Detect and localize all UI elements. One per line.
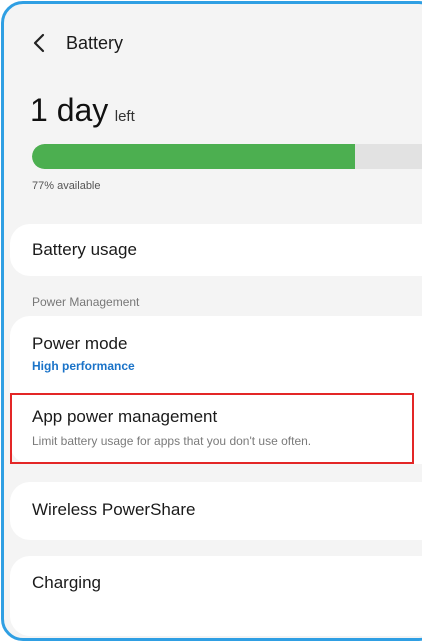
section-header-power-management: Power Management xyxy=(32,295,140,309)
header: Battery xyxy=(4,4,422,84)
wireless-powershare-item[interactable]: Wireless PowerShare xyxy=(10,482,422,540)
app-power-management-item[interactable]: App power management Limit battery usage… xyxy=(10,394,422,464)
time-left-suffix: left xyxy=(114,108,135,125)
battery-usage-item[interactable]: Battery usage xyxy=(10,224,422,276)
chevron-left-icon[interactable] xyxy=(30,32,50,54)
app-power-management-description: Limit battery usage for apps that you do… xyxy=(32,434,312,448)
phone-frame: Battery 1 day left 77% available Battery… xyxy=(1,1,422,641)
battery-available-text: 77% available xyxy=(32,180,101,192)
power-mode-value: High performance xyxy=(32,359,135,373)
battery-usage-label: Battery usage xyxy=(32,240,137,259)
charging-item[interactable]: Charging xyxy=(10,556,422,636)
page-title: Battery xyxy=(66,33,124,53)
battery-level-bar xyxy=(32,144,422,169)
app-power-management-label: App power management xyxy=(32,407,218,426)
charging-label: Charging xyxy=(32,573,101,592)
time-left-value: 1 day xyxy=(30,92,109,128)
power-mode-item[interactable]: Power mode High performance xyxy=(10,316,422,386)
power-mode-label: Power mode xyxy=(32,334,128,353)
wireless-powershare-label: Wireless PowerShare xyxy=(32,500,196,519)
battery-time-left: 1 day left xyxy=(30,92,135,129)
power-management-group: Power mode High performance App power ma… xyxy=(10,316,422,464)
battery-level-fill xyxy=(32,144,356,169)
